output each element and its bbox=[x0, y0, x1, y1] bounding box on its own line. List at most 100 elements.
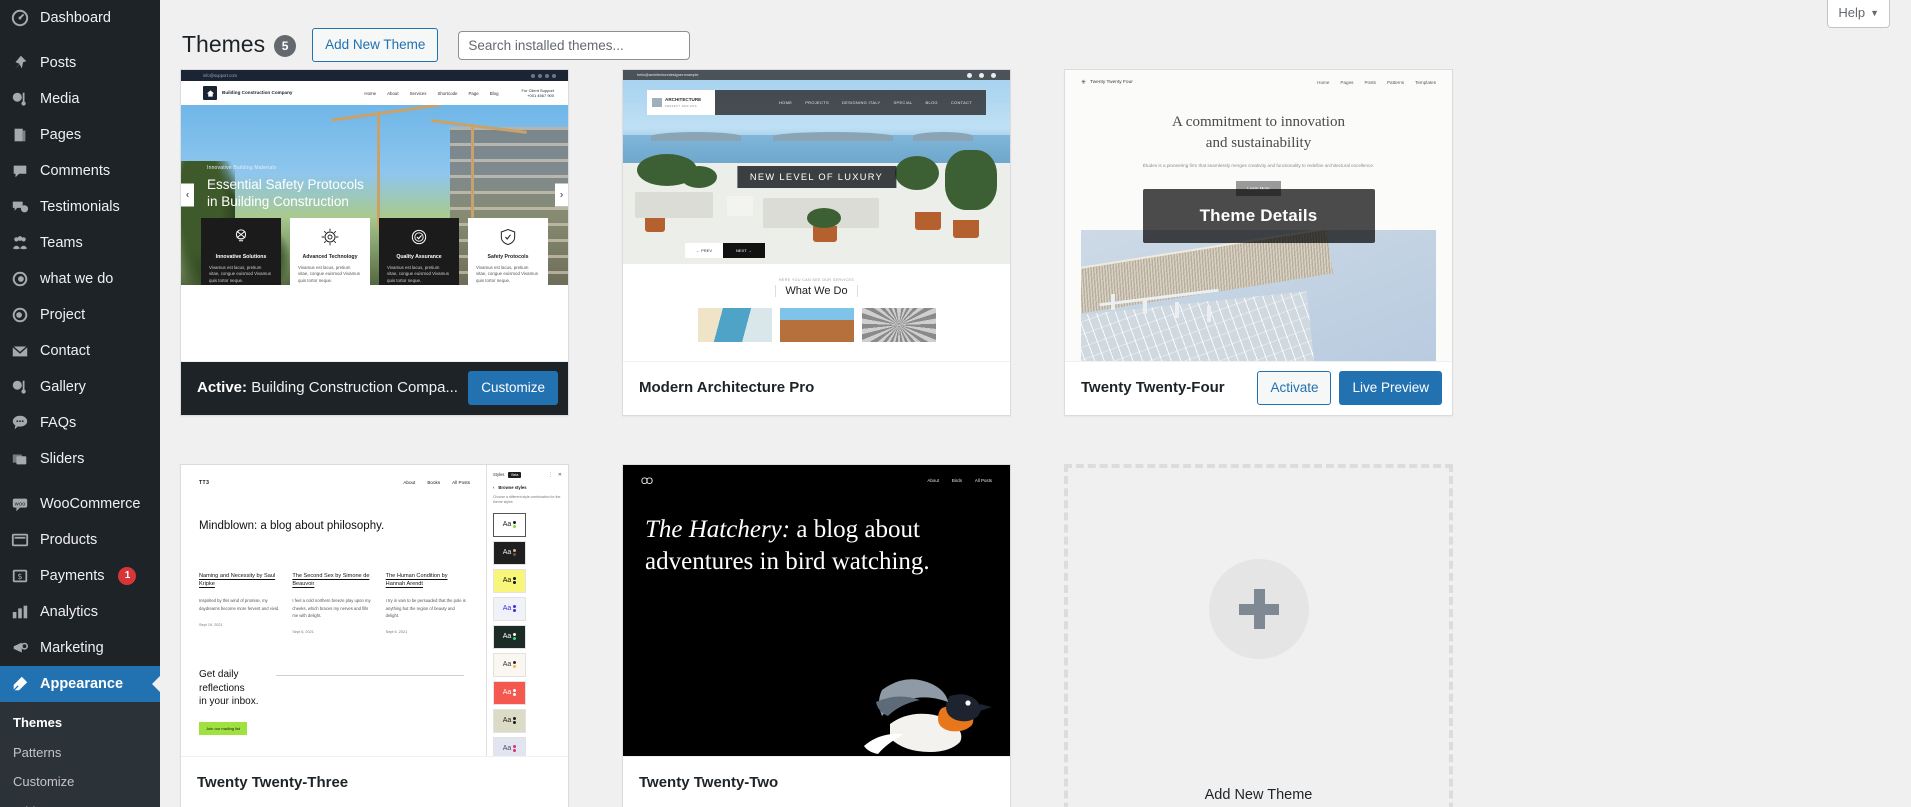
cta-line-3: in your inbox. bbox=[199, 696, 259, 708]
sidebar-item-testimonials[interactable]: Testimonials bbox=[0, 189, 160, 225]
sliders-icon bbox=[10, 449, 30, 469]
theme-card-twenty-twenty-three[interactable]: TT3 About Books All Posts Mindblown: a b… bbox=[180, 463, 569, 807]
sidebar-item-label: Teams bbox=[40, 234, 83, 251]
headline-emphasis: The Hatchery: bbox=[645, 515, 791, 543]
sidebar-subitem-widgets[interactable]: Widgets bbox=[0, 797, 160, 807]
theme-card-twenty-twenty-two[interactable]: OO About Birds All Posts The Hatchery: a… bbox=[622, 463, 1011, 807]
slider-next-icon[interactable]: › bbox=[555, 183, 568, 207]
sidebar-item-marketing[interactable]: Marketing bbox=[0, 630, 160, 666]
search-input[interactable] bbox=[458, 30, 691, 60]
theme-screenshot[interactable]: TT3 About Books All Posts Mindblown: a b… bbox=[181, 464, 568, 757]
theme-name: Twenty Twenty-Two bbox=[639, 773, 779, 791]
safety-icon bbox=[500, 228, 516, 245]
feature-title: Advanced Technology bbox=[302, 253, 358, 260]
theme-screenshot[interactable]: ✳ Twenty Twenty Four Home Pages Posts Pa… bbox=[1065, 70, 1452, 362]
site-nav: OO About Birds All Posts bbox=[623, 465, 1010, 486]
theme-card-modern-architecture-pro[interactable]: hello@architecturedesigner.example ARCHI… bbox=[622, 69, 1011, 416]
site-headline: Mindblown: a blog about philosophy. bbox=[199, 519, 385, 532]
style-swatch: Aa bbox=[493, 540, 526, 565]
theme-card-building-construction[interactable]: info@support.com Building Construction C… bbox=[180, 69, 569, 416]
sidebar-item-comments[interactable]: Comments bbox=[0, 153, 160, 189]
nav-link: Home bbox=[1317, 80, 1330, 85]
sidebar-item-label: Contact bbox=[40, 342, 90, 359]
sidebar-item-products[interactable]: Products bbox=[0, 522, 160, 558]
feature-card: Advanced Technology Vivamus est lacus, p… bbox=[290, 217, 370, 285]
sidebar-subitem-patterns[interactable]: Patterns bbox=[0, 738, 160, 768]
feature-cards: Innovative Solutions Vivamus est lacus, … bbox=[201, 217, 548, 285]
add-new-theme-card[interactable]: Add New Theme bbox=[1064, 463, 1453, 807]
site-logo-icon bbox=[203, 86, 217, 100]
sidebar-item-woocommerce[interactable]: woo WooCommerce bbox=[0, 486, 160, 522]
sidebar-item-dashboard[interactable]: Dashboard bbox=[0, 0, 160, 36]
hero-body: Études is a pioneering firm that seamles… bbox=[1142, 163, 1375, 169]
post-item: The Human Condition by Hannah Arendt I t… bbox=[386, 572, 466, 635]
hero-banner: NEW LEVEL OF LUXURY bbox=[736, 166, 897, 188]
beta-badge: Beta bbox=[508, 471, 522, 478]
foliage-graphic bbox=[681, 166, 717, 188]
pot-graphic bbox=[645, 218, 665, 232]
site-cta: For Client Support +001 4567 900 bbox=[522, 88, 554, 98]
section-kicker: HERE YOU CAN SEE OUR SERVICES bbox=[778, 278, 855, 282]
close-icon: ✕ bbox=[557, 471, 562, 478]
sidebar-item-faqs[interactable]: FAQs bbox=[0, 405, 160, 441]
add-new-theme-label: Add New Theme bbox=[1204, 786, 1313, 803]
screenshot-twenty-twenty-two: OO About Birds All Posts The Hatchery: a… bbox=[623, 464, 1010, 756]
help-button[interactable]: Help ▼ bbox=[1827, 0, 1890, 28]
page-title-text: Themes bbox=[182, 31, 266, 58]
analytics-icon bbox=[10, 602, 30, 622]
theme-details-overlay[interactable]: Theme Details bbox=[1142, 188, 1375, 243]
theme-screenshot[interactable]: info@support.com Building Construction C… bbox=[181, 70, 568, 362]
sidebar-item-what-we-do[interactable]: what we do bbox=[0, 261, 160, 297]
divider bbox=[276, 675, 464, 677]
sidebar-item-label: Dashboard bbox=[40, 9, 111, 26]
customize-button[interactable]: Customize bbox=[468, 371, 558, 405]
post-list: Naming and Necessity by Saul Kripke Insp… bbox=[199, 572, 486, 635]
sidebar-item-project[interactable]: Project bbox=[0, 297, 160, 333]
site-logo-icon: OO bbox=[641, 475, 653, 486]
hero-image bbox=[1081, 230, 1436, 361]
theme-name: Modern Architecture Pro bbox=[639, 379, 815, 396]
site-nav: Building Construction Company Home About… bbox=[181, 81, 568, 105]
nav-link: Books bbox=[427, 479, 441, 485]
contextual-help-wrap: Help ▼ bbox=[160, 0, 1911, 28]
style-swatch-grid: Aa Aa Aa Aa Aa Aa Aa Aa Aa Aa Aa bbox=[493, 512, 562, 756]
feature-body: Vivamus est lacus, pretium vitae, congue… bbox=[209, 264, 271, 284]
site-hero: Innovative Building Materials Essential … bbox=[181, 105, 568, 285]
crane-arm bbox=[331, 105, 441, 122]
theme-screenshot[interactable]: OO About Birds All Posts The Hatchery: a… bbox=[623, 464, 1010, 757]
live-preview-button[interactable]: Live Preview bbox=[1339, 371, 1442, 405]
sidebar-item-contact[interactable]: Contact bbox=[0, 333, 160, 369]
sidebar-item-gallery[interactable]: Gallery bbox=[0, 369, 160, 405]
post-date: Sept 6, 2021 bbox=[385, 630, 408, 635]
beam-graphic bbox=[1111, 294, 1115, 310]
feature-body: Vivamus est lacus, pretium vitae, congue… bbox=[476, 264, 538, 284]
sidebar-item-sliders[interactable]: Sliders bbox=[0, 441, 160, 477]
sidebar-subitem-themes[interactable]: Themes bbox=[0, 708, 160, 738]
testimonials-icon bbox=[10, 197, 30, 217]
sidebar-item-posts[interactable]: Posts bbox=[0, 45, 160, 81]
hero-title-line-1: A commitment to innovation bbox=[1172, 114, 1345, 130]
sidebar-item-media[interactable]: Media bbox=[0, 81, 160, 117]
sidebar-item-payments[interactable]: $ Payments 1 bbox=[0, 558, 160, 594]
theme-screenshot[interactable]: hello@architecturedesigner.example ARCHI… bbox=[623, 70, 1010, 362]
site-bottom-band bbox=[181, 319, 568, 361]
site-menu: Home Pages Posts Patterns Templates bbox=[1317, 80, 1436, 85]
sidebar-item-label: Sliders bbox=[40, 450, 85, 467]
foliage-graphic bbox=[945, 150, 997, 210]
activate-button[interactable]: Activate bbox=[1257, 371, 1332, 405]
site-topbar: hello@architecturedesigner.example bbox=[623, 70, 1010, 80]
sidebar-item-appearance[interactable]: Appearance bbox=[0, 666, 160, 702]
theme-card-twenty-twenty-four[interactable]: ✳ Twenty Twenty Four Home Pages Posts Pa… bbox=[1064, 69, 1453, 416]
nav-link: All Posts bbox=[452, 479, 470, 485]
sidebar-item-analytics[interactable]: Analytics bbox=[0, 594, 160, 630]
cta-line-1: Get daily bbox=[199, 669, 239, 681]
sidebar-item-teams[interactable]: Teams bbox=[0, 225, 160, 261]
slider-prev-icon[interactable]: ‹ bbox=[181, 183, 194, 207]
sofa-graphic bbox=[635, 192, 713, 218]
add-new-theme-button[interactable]: Add New Theme bbox=[312, 28, 439, 62]
sidebar-item-label: what we do bbox=[40, 270, 114, 287]
section-thumbnails bbox=[623, 308, 1010, 342]
sidebar-item-pages[interactable]: Pages bbox=[0, 117, 160, 153]
nav-link: Patterns bbox=[1386, 80, 1405, 85]
sidebar-subitem-customize[interactable]: Customize bbox=[0, 767, 160, 797]
